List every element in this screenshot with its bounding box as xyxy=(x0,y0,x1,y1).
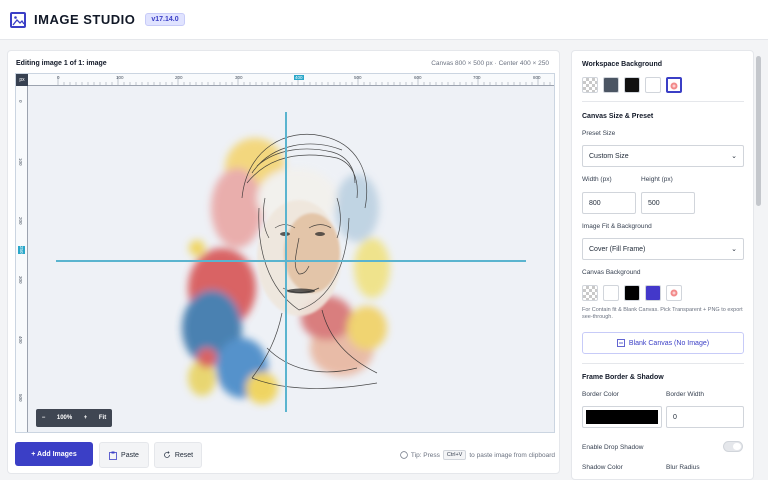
tip-suffix: to paste image from clipboard xyxy=(469,451,555,459)
clipboard-icon xyxy=(109,451,117,460)
app-title: IMAGE STUDIO xyxy=(34,12,136,27)
tip-shortcut: Ctrl+V xyxy=(442,450,467,460)
ruler-left[interactable]: 0 100 200 250 300 400 500 xyxy=(16,86,28,432)
ruler-top[interactable]: 0 100 200 300 400 500 600 700 800 xyxy=(28,74,554,86)
ruler-top-label: 100 xyxy=(116,75,124,80)
chevron-down-icon: ⌄ xyxy=(731,153,737,160)
workspace-bg-title: Workspace Background xyxy=(582,61,663,68)
border-color-swatch xyxy=(586,410,658,424)
ruler-top-label: 600 xyxy=(414,75,422,80)
canvas-bg-hint: For Contain fit & Blank Canvas. Pick Tra… xyxy=(582,307,743,321)
ruler-left-label: 100 xyxy=(18,158,23,166)
blank-canvas-label: Blank Canvas (No Image) xyxy=(628,339,710,347)
preset-select[interactable]: Custom Size ⌄ xyxy=(582,145,744,167)
height-label: Height (px) xyxy=(641,176,673,183)
zoom-level: 100% xyxy=(56,415,73,421)
blur-radius-label: Blur Radius xyxy=(666,464,700,471)
border-width-input[interactable]: 0 xyxy=(666,406,744,428)
canvas-bg-label: Canvas Background xyxy=(582,269,641,276)
chevron-down-icon: ⌄ xyxy=(731,246,737,253)
workspace-color-picker-icon[interactable] xyxy=(666,77,682,93)
canvas-swatch-transparent[interactable] xyxy=(582,285,598,301)
settings-panel: Workspace Background Canvas Size & Prese… xyxy=(571,50,754,480)
paste-button[interactable]: Paste xyxy=(99,442,149,468)
shadow-color-label: Shadow Color xyxy=(582,464,623,471)
paste-label: Paste xyxy=(121,451,139,459)
border-width-label: Border Width xyxy=(666,391,704,398)
add-images-label: + Add Images xyxy=(31,450,77,458)
image-logo-icon xyxy=(10,11,26,28)
ruler-left-label: 200 xyxy=(18,217,23,225)
workspace-swatch-transparent[interactable] xyxy=(582,77,598,93)
ruler-corner: px xyxy=(16,74,28,86)
fit-select[interactable]: Cover (Fill Frame) ⌄ xyxy=(582,238,744,260)
zoom-in-button[interactable]: + xyxy=(84,415,88,421)
workspace-swatch-white[interactable] xyxy=(645,77,661,93)
border-color-input[interactable] xyxy=(582,406,662,428)
divider xyxy=(582,363,744,364)
canvas-viewport[interactable]: px 0 100 200 300 400 500 600 700 800 0 1… xyxy=(15,73,555,433)
blank-canvas-button[interactable]: Blank Canvas (No Image) xyxy=(582,332,744,354)
add-images-button[interactable]: + Add Images xyxy=(15,442,93,466)
zoom-out-button[interactable]: − xyxy=(42,415,46,421)
drop-shadow-label: Enable Drop Shadow xyxy=(582,444,644,451)
guide-vertical[interactable] xyxy=(285,112,287,412)
width-input[interactable]: 800 xyxy=(582,192,636,214)
info-icon xyxy=(400,451,408,459)
reset-button[interactable]: Reset xyxy=(154,442,202,468)
workspace-swatch-black[interactable] xyxy=(624,77,640,93)
preset-label: Preset Size xyxy=(582,130,616,137)
tip-prefix: Tip: Press xyxy=(410,451,440,459)
divider xyxy=(582,101,744,102)
drop-shadow-toggle[interactable] xyxy=(723,441,743,452)
zoom-controls: − 100% + Fit xyxy=(36,409,112,427)
fit-label: Image Fit & Background xyxy=(582,223,652,230)
canvas-size-title: Canvas Size & Preset xyxy=(582,113,654,120)
ruler-top-label: 800 xyxy=(533,75,541,80)
ruler-top-label: 500 xyxy=(354,75,362,80)
preset-value: Custom Size xyxy=(589,152,629,160)
canvas-swatch-black[interactable] xyxy=(624,285,640,301)
ruler-top-label: 200 xyxy=(175,75,183,80)
guide-horizontal[interactable] xyxy=(56,260,526,262)
panel-scrollbar[interactable] xyxy=(755,50,762,480)
blank-canvas-icon xyxy=(617,339,625,347)
canvas-panel: Editing image 1 of 1: image Canvas 800 ×… xyxy=(7,50,560,474)
canvas-swatch-indigo[interactable] xyxy=(645,285,661,301)
ruler-top-label: 700 xyxy=(473,75,481,80)
action-bar: + Add Images Paste Reset Tip: Press Ctrl… xyxy=(15,442,555,468)
ruler-left-label: 0 xyxy=(18,100,23,103)
version-badge: v17.14.0 xyxy=(145,13,185,26)
width-label: Width (px) xyxy=(582,176,612,183)
ruler-left-label: 300 xyxy=(18,276,23,284)
zoom-fit-button[interactable]: Fit xyxy=(99,415,106,421)
paste-tip: Tip: Press Ctrl+V to paste image from cl… xyxy=(400,450,555,460)
canvas-info: Canvas 800 × 500 px · Center 400 × 250 xyxy=(431,60,549,67)
ruler-left-active-label: 250 xyxy=(18,246,25,254)
workspace-swatch-gray[interactable] xyxy=(603,77,619,93)
scrollbar-thumb[interactable] xyxy=(756,56,761,206)
canvas-swatch-white[interactable] xyxy=(603,285,619,301)
canvas-color-picker-icon[interactable] xyxy=(666,285,682,301)
reset-label: Reset xyxy=(174,451,194,459)
border-color-label: Border Color xyxy=(582,391,619,398)
reset-icon xyxy=(163,451,170,458)
frame-title: Frame Border & Shadow xyxy=(582,374,664,381)
height-input[interactable]: 500 xyxy=(641,192,695,214)
ruler-top-label: 0 xyxy=(57,75,60,80)
ruler-left-label: 500 xyxy=(18,394,23,402)
fit-value: Cover (Fill Frame) xyxy=(589,245,646,253)
ruler-left-label: 400 xyxy=(18,336,23,344)
ruler-top-label: 300 xyxy=(235,75,243,80)
ruler-top-active-label: 400 xyxy=(294,75,304,80)
editing-label: Editing image 1 of 1: image xyxy=(16,60,107,67)
app-header: IMAGE STUDIO v17.14.0 xyxy=(0,0,768,40)
